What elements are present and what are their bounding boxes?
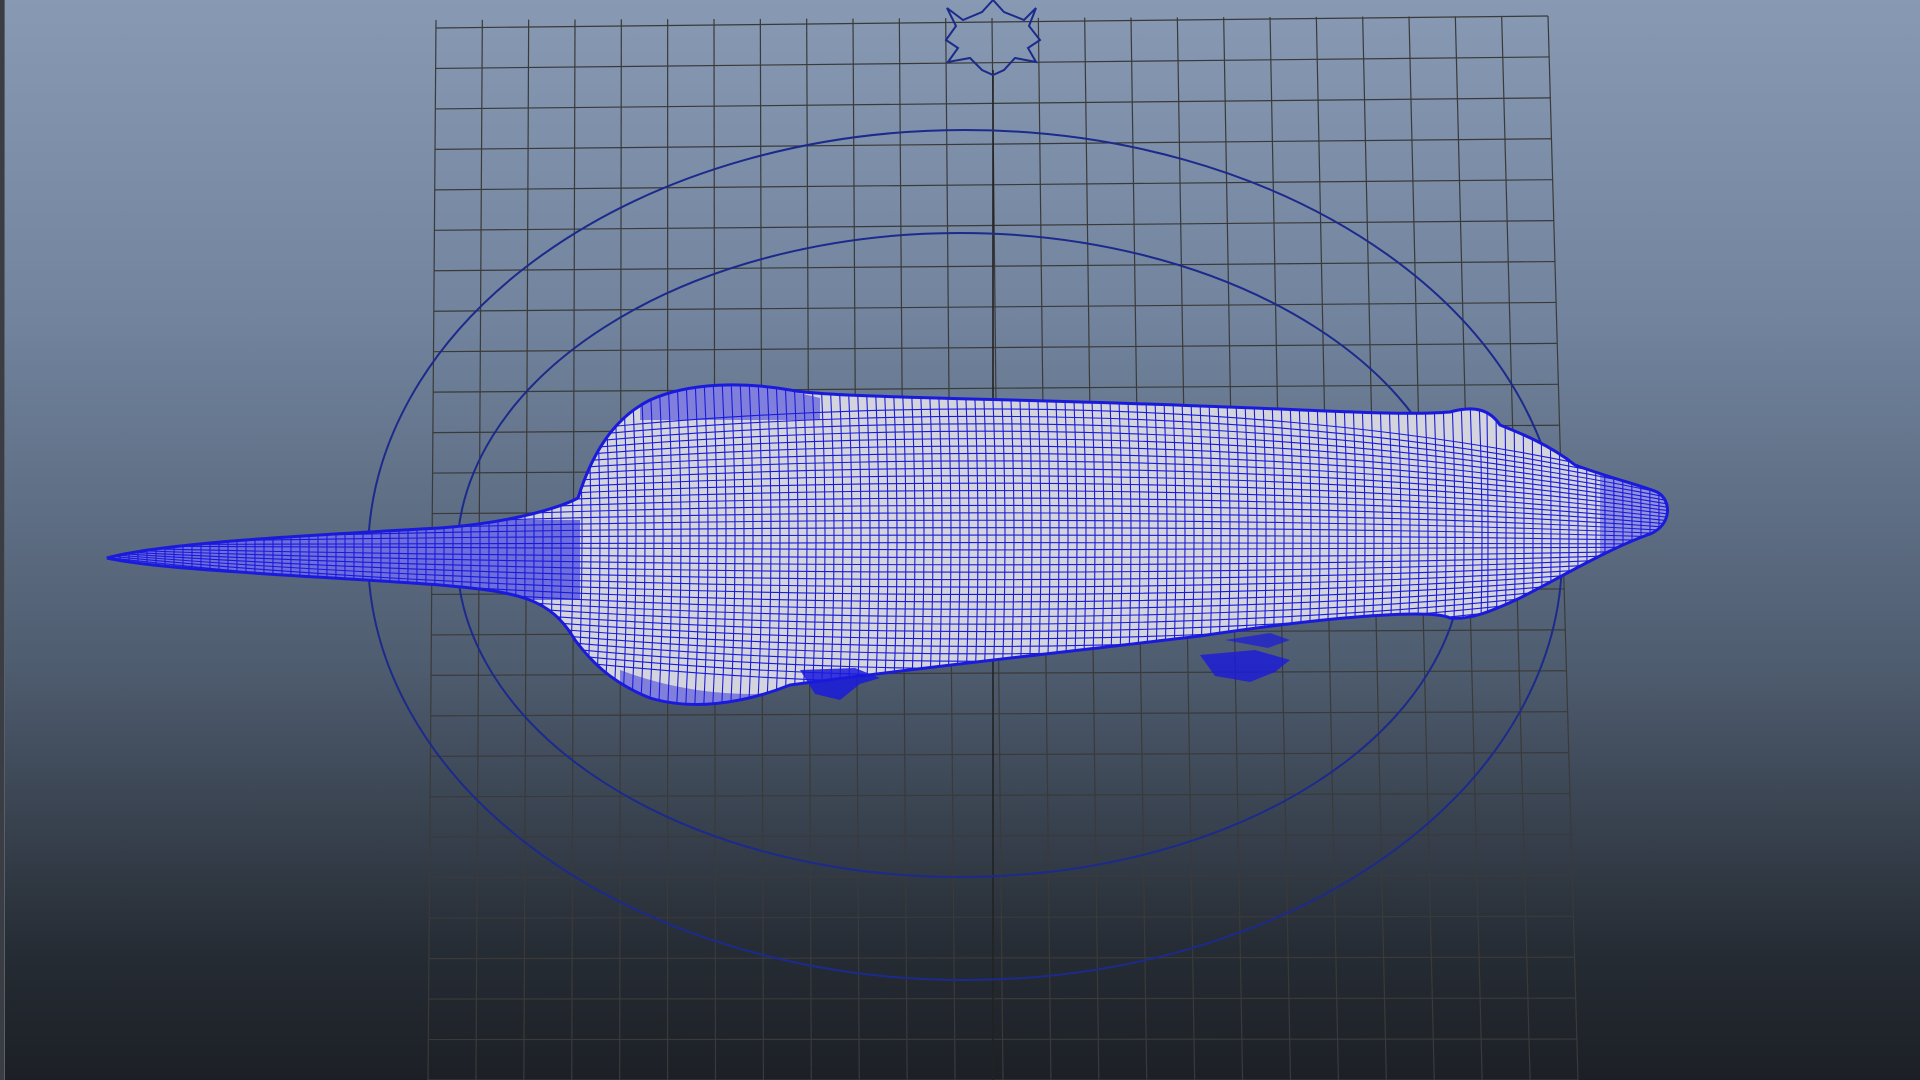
rat-mesh[interactable]: [80, 360, 1680, 720]
rat-front-foot: [1200, 650, 1290, 682]
scene-canvas[interactable]: [0, 0, 1920, 1080]
viewport-panel[interactable]: [0, 0, 1920, 1080]
